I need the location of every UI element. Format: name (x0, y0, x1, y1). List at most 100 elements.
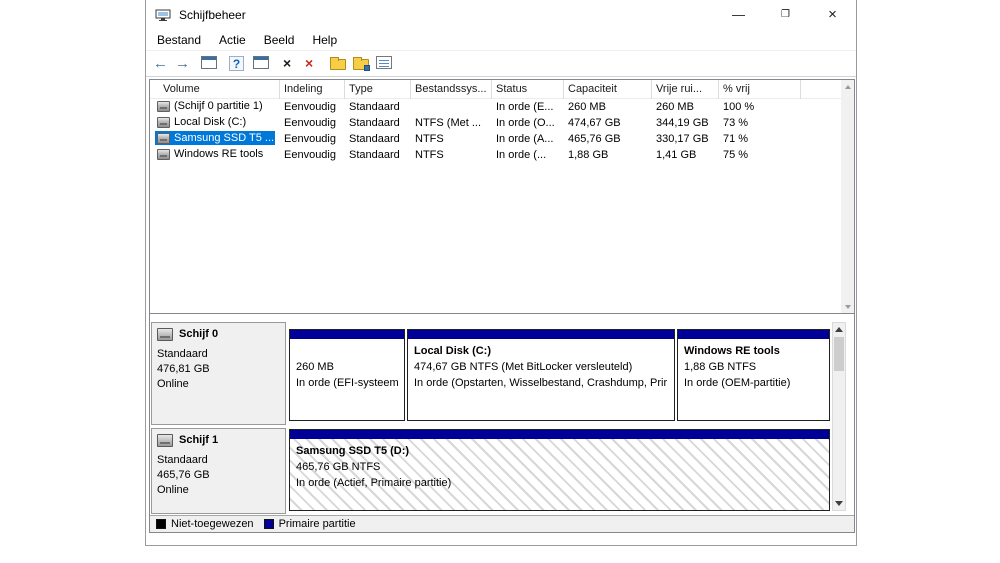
partition-c-drive[interactable]: Local Disk (C:) 474,67 GB NTFS (Met BitL… (407, 329, 675, 421)
column-header-volume[interactable]: Volume (150, 80, 280, 99)
table-row[interactable]: Windows RE tools Eenvoudig Standaard NTF… (150, 147, 841, 163)
legend-unallocated: Niet-toegewezen (156, 518, 254, 530)
legend-primary-partition: Primaire partitie (264, 518, 356, 530)
cell-volume: Local Disk (C:) (150, 115, 280, 131)
cell-status: In orde (E... (492, 101, 564, 113)
menu-bar: Bestand Actie Beeld Help (146, 29, 856, 51)
cell-status: In orde (... (492, 149, 564, 161)
column-header-pct-vrij[interactable]: % vrij (719, 80, 801, 99)
partition-status: In orde (OEM-partitie) (684, 375, 823, 391)
cell-capaciteit: 1,88 GB (564, 149, 652, 161)
folder-open-icon[interactable] (330, 56, 346, 70)
cell-capaciteit: 465,76 GB (564, 133, 652, 145)
minimize-button[interactable]: — (715, 0, 762, 29)
maximize-button[interactable]: ❐ (762, 0, 809, 29)
cell-status: In orde (A... (492, 133, 564, 145)
column-header-status[interactable]: Status (492, 80, 564, 99)
volume-icon (157, 149, 170, 160)
disk-size: 465,76 GB (157, 468, 280, 483)
disk-status: Online (157, 483, 280, 498)
scroll-up-icon[interactable] (833, 323, 845, 336)
column-header-capaciteit[interactable]: Capaciteit (564, 80, 652, 99)
cell-type: Standaard (345, 101, 411, 113)
disk-name: Schijf 0 (179, 327, 218, 342)
disk-size: 476,81 GB (157, 362, 280, 377)
partition-color-strip (290, 330, 404, 339)
cell-vrije-ruimte: 344,19 GB (652, 117, 719, 129)
cell-vrije-ruimte: 330,17 GB (652, 133, 719, 145)
cell-volume: (Schijf 0 partitie 1) (150, 99, 280, 115)
column-header-filler (801, 80, 841, 99)
graphic-scrollbar[interactable] (832, 322, 846, 511)
table-header: Volume Indeling Type Bestandssys... Stat… (150, 80, 841, 99)
column-header-bestandssysteem[interactable]: Bestandssys... (411, 80, 492, 99)
partition-status: In orde (EFI-systeem (296, 375, 398, 391)
table-row[interactable]: Local Disk (C:) Eenvoudig Standaard NTFS… (150, 115, 841, 131)
list-scrollbar[interactable] (841, 80, 854, 313)
cell-vrije-ruimte: 1,41 GB (652, 149, 719, 161)
cell-type: Standaard (345, 117, 411, 129)
partition-size: 474,67 GB NTFS (Met BitLocker versleutel… (414, 359, 668, 375)
console-window-icon[interactable] (201, 56, 217, 69)
cell-capaciteit: 474,67 GB (564, 117, 652, 129)
volume-name: Local Disk (C:) (174, 116, 246, 128)
list-view-icon[interactable] (376, 56, 392, 69)
export-list-icon[interactable] (253, 56, 269, 69)
cell-status: In orde (O... (492, 117, 564, 129)
partition-color-strip (290, 430, 829, 439)
column-header-type[interactable]: Type (345, 80, 411, 99)
cell-volume: Samsung SSD T5 ... (150, 131, 280, 147)
partition-title (296, 343, 398, 359)
detach-icon[interactable]: × (283, 56, 291, 70)
folder-properties-icon[interactable] (353, 56, 369, 70)
back-icon[interactable]: ← (153, 56, 168, 71)
forward-icon[interactable]: → (175, 56, 190, 71)
cell-bestandssysteem: NTFS (Met ... (411, 117, 492, 129)
volume-icon (157, 117, 170, 128)
disk-type: Standaard (157, 453, 280, 468)
delete-volume-icon[interactable]: × (305, 56, 313, 70)
menu-bestand[interactable]: Bestand (148, 30, 210, 50)
disk1-label[interactable]: Schijf 1 Standaard 465,76 GB Online (151, 428, 286, 514)
menu-beeld[interactable]: Beeld (255, 30, 304, 50)
partition-size: 465,76 GB NTFS (296, 459, 823, 475)
column-header-vrije-ruimte[interactable]: Vrije rui... (652, 80, 719, 99)
scrollbar-thumb[interactable] (834, 337, 844, 371)
partition-status: In orde (Actief, Primaire partitie) (296, 475, 823, 491)
cell-indeling: Eenvoudig (280, 101, 345, 113)
scroll-down-icon[interactable] (833, 497, 845, 510)
partition-windows-re[interactable]: Windows RE tools 1,88 GB NTFS In orde (O… (677, 329, 830, 421)
table-row[interactable]: (Schijf 0 partitie 1) Eenvoudig Standaar… (150, 99, 841, 115)
title-bar[interactable]: Schijfbeheer — ❐ × (146, 0, 856, 29)
partition-title: Samsung SSD T5 (D:) (296, 443, 823, 459)
close-button[interactable]: × (809, 0, 856, 29)
partition-size: 260 MB (296, 359, 398, 375)
app-icon (155, 7, 171, 23)
menu-help[interactable]: Help (303, 30, 346, 50)
cell-indeling: Eenvoudig (280, 149, 345, 161)
volume-name: Windows RE tools (174, 148, 263, 160)
help-icon[interactable]: ? (229, 56, 244, 71)
disk-management-window: Schijfbeheer — ❐ × Bestand Actie Beeld H… (145, 0, 857, 546)
caption-buttons: — ❐ × (715, 0, 856, 29)
menu-actie[interactable]: Actie (210, 30, 255, 50)
disk-icon (157, 434, 173, 447)
cell-indeling: Eenvoudig (280, 133, 345, 145)
cell-vrije-ruimte: 260 MB (652, 101, 719, 113)
table-row-selected[interactable]: Samsung SSD T5 ... Eenvoudig Standaard N… (150, 131, 841, 147)
partition-samsung-ssd[interactable]: Samsung SSD T5 (D:) 465,76 GB NTFS In or… (289, 429, 830, 511)
cell-indeling: Eenvoudig (280, 117, 345, 129)
disk0-label[interactable]: Schijf 0 Standaard 476,81 GB Online (151, 322, 286, 425)
disk-type: Standaard (157, 347, 280, 362)
column-header-indeling[interactable]: Indeling (280, 80, 345, 99)
cell-type: Standaard (345, 149, 411, 161)
partition-color-strip (678, 330, 829, 339)
scroll-down-icon[interactable] (841, 300, 854, 313)
cell-bestandssysteem: NTFS (411, 149, 492, 161)
volume-icon (157, 101, 170, 112)
scroll-up-icon[interactable] (841, 80, 854, 93)
partition-efi[interactable]: 260 MB In orde (EFI-systeem (289, 329, 405, 421)
cell-pct-vrij: 71 % (719, 133, 801, 145)
graphical-view-pane: Schijf 0 Standaard 476,81 GB Online 260 … (150, 315, 854, 515)
partition-title: Local Disk (C:) (414, 343, 668, 359)
